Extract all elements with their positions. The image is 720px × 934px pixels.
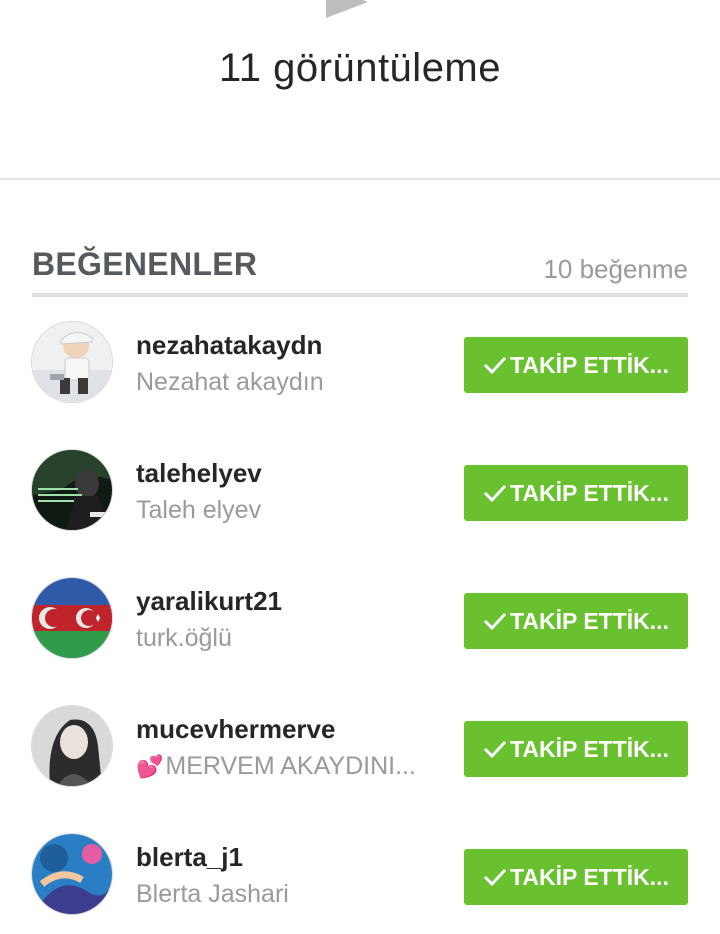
following-button-label: TAKİP ETTİK...: [510, 351, 669, 378]
liker-row[interactable]: blerta_j1 Blerta Jashari TAKİP ETTİK...: [32, 834, 688, 934]
username[interactable]: blerta_j1: [136, 842, 243, 873]
full-name: turk.öğlü: [136, 624, 232, 652]
video-views-section: 11 görüntüleme: [0, 0, 720, 178]
checkmark-icon: [483, 611, 507, 631]
username[interactable]: yaralikurt21: [136, 586, 282, 617]
following-button-label: TAKİP ETTİK...: [510, 863, 669, 890]
following-button[interactable]: TAKİP ETTİK...: [464, 337, 688, 393]
liker-row[interactable]: mucevhermerve 💕MERVEM AKAYDINI... TAKİP …: [32, 706, 688, 806]
likers-title: BEĞENENLER: [32, 246, 258, 282]
following-button-label: TAKİP ETTİK...: [510, 735, 669, 762]
checkmark-icon: [483, 739, 507, 759]
avatar[interactable]: [32, 834, 112, 914]
header-underline: [32, 293, 688, 297]
full-name: 💕MERVEM AKAYDINI...: [136, 752, 436, 781]
following-button[interactable]: TAKİP ETTİK...: [464, 849, 688, 905]
play-icon[interactable]: [326, 0, 368, 18]
likes-count: 10 beğenme: [543, 254, 688, 284]
username[interactable]: mucevhermerve: [136, 714, 335, 745]
checkmark-icon: [483, 483, 507, 503]
checkmark-icon: [483, 355, 507, 375]
liker-row[interactable]: yaralikurt21 turk.öğlü TAKİP ETTİK...: [32, 578, 688, 678]
following-button-label: TAKİP ETTİK...: [510, 479, 669, 506]
liker-row[interactable]: nezahatakaydn Nezahat akaydın TAKİP ETTİ…: [32, 322, 688, 422]
following-button[interactable]: TAKİP ETTİK...: [464, 465, 688, 521]
views-count: 11 görüntüleme: [219, 46, 501, 90]
full-name: Taleh elyev: [136, 496, 262, 524]
following-button[interactable]: TAKİP ETTİK...: [464, 721, 688, 777]
two-hearts-icon: 💕: [136, 754, 164, 779]
following-button[interactable]: TAKİP ETTİK...: [464, 593, 688, 649]
following-button-label: TAKİP ETTİK...: [510, 607, 669, 634]
full-name: Blerta Jashari: [136, 880, 289, 908]
checkmark-icon: [483, 867, 507, 887]
avatar[interactable]: [32, 706, 112, 786]
username[interactable]: talehelyev: [136, 458, 262, 489]
section-divider: [0, 178, 720, 180]
avatar[interactable]: [32, 450, 112, 530]
liker-row[interactable]: talehelyev Taleh elyev TAKİP ETTİK...: [32, 450, 688, 550]
full-name: Nezahat akaydın: [136, 368, 324, 396]
avatar[interactable]: [32, 322, 112, 402]
username[interactable]: nezahatakaydn: [136, 330, 322, 361]
full-name-text: MERVEM AKAYDINI...: [165, 752, 416, 780]
avatar[interactable]: [32, 578, 112, 658]
likers-header: BEĞENENLER 10 beğenme: [32, 240, 688, 297]
